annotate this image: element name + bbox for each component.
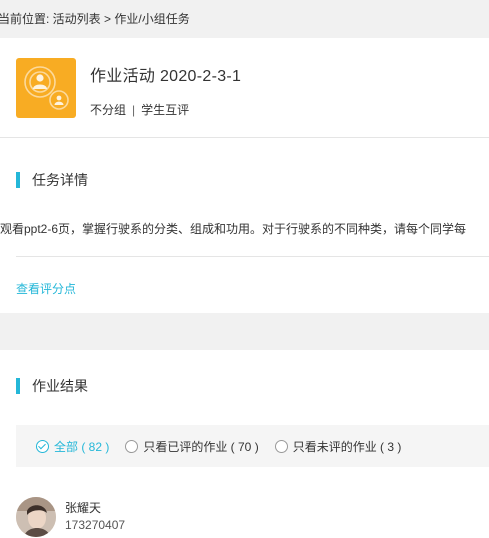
activity-header: 作业活动 2020-2-3-1 不分组 | 学生互评 xyxy=(0,38,489,138)
radio-checked-icon xyxy=(36,439,49,453)
breadcrumb-separator: > xyxy=(100,12,115,26)
filter-all[interactable]: 全部 ( 82 ) xyxy=(36,438,109,455)
breadcrumb-current: 作业/小组任务 xyxy=(114,12,190,26)
divider xyxy=(16,256,489,257)
student-info: 张耀天 173270407 xyxy=(65,500,125,534)
filter-all-label: 全部 ( 82 ) xyxy=(54,439,110,454)
section-marker xyxy=(16,378,20,394)
result-filter-bar: 全部 ( 82 ) 只看已评的作业 ( 70 ) 只看未评的作业 ( 3 ) xyxy=(16,425,489,467)
task-detail-section: 任务详情 观看ppt2-6页，掌握行驶系的分类、组成和功用。对于行驶系的不同种类… xyxy=(0,138,489,313)
student-id: 173270407 xyxy=(65,518,126,532)
radio-icon xyxy=(274,439,288,453)
breadcrumb-prefix: 当前位置: xyxy=(0,12,53,26)
activity-title: 作业活动 2020-2-3-1 xyxy=(90,68,242,85)
student-item[interactable]: 张耀天 173270407 xyxy=(16,497,125,537)
subtitle-separator: | xyxy=(132,103,136,117)
group-mode-label: 不分组 xyxy=(90,103,127,117)
task-detail-text: 观看ppt2-6页，掌握行驶系的分类、组成和功用。对于行驶系的不同种类，请每个同… xyxy=(0,222,467,236)
view-score-points-link[interactable]: 查看评分点 xyxy=(16,280,76,297)
group-task-icon xyxy=(16,58,76,118)
section-marker xyxy=(16,172,20,188)
review-mode-label: 学生互评 xyxy=(141,103,190,117)
activity-subtitle: 不分组 | 学生互评 xyxy=(90,101,189,118)
filter-reviewed[interactable]: 只看已评的作业 ( 70 ) xyxy=(125,438,259,455)
avatar xyxy=(16,497,56,537)
radio-icon xyxy=(125,439,139,453)
homework-result-section: 作业结果 全部 ( 82 ) 只看已评的作业 ( 70 ) 只看未评的作业 ( … xyxy=(0,350,489,538)
task-detail-title: 任务详情 xyxy=(32,172,88,188)
breadcrumb-activity-list[interactable]: 活动列表 xyxy=(53,12,101,26)
filter-unreviewed[interactable]: 只看未评的作业 ( 3 ) xyxy=(274,438,402,455)
filter-reviewed-label: 只看已评的作业 ( 70 ) xyxy=(143,439,259,454)
task-detail-heading: 任务详情 xyxy=(16,170,88,190)
breadcrumb: 当前位置: 活动列表 > 作业/小组任务 xyxy=(0,0,489,38)
filter-unreviewed-label: 只看未评的作业 ( 3 ) xyxy=(292,439,402,454)
section-gap xyxy=(0,313,489,350)
student-name: 张耀天 xyxy=(65,501,102,515)
homework-result-title: 作业结果 xyxy=(32,378,88,394)
homework-result-heading: 作业结果 xyxy=(16,376,88,396)
